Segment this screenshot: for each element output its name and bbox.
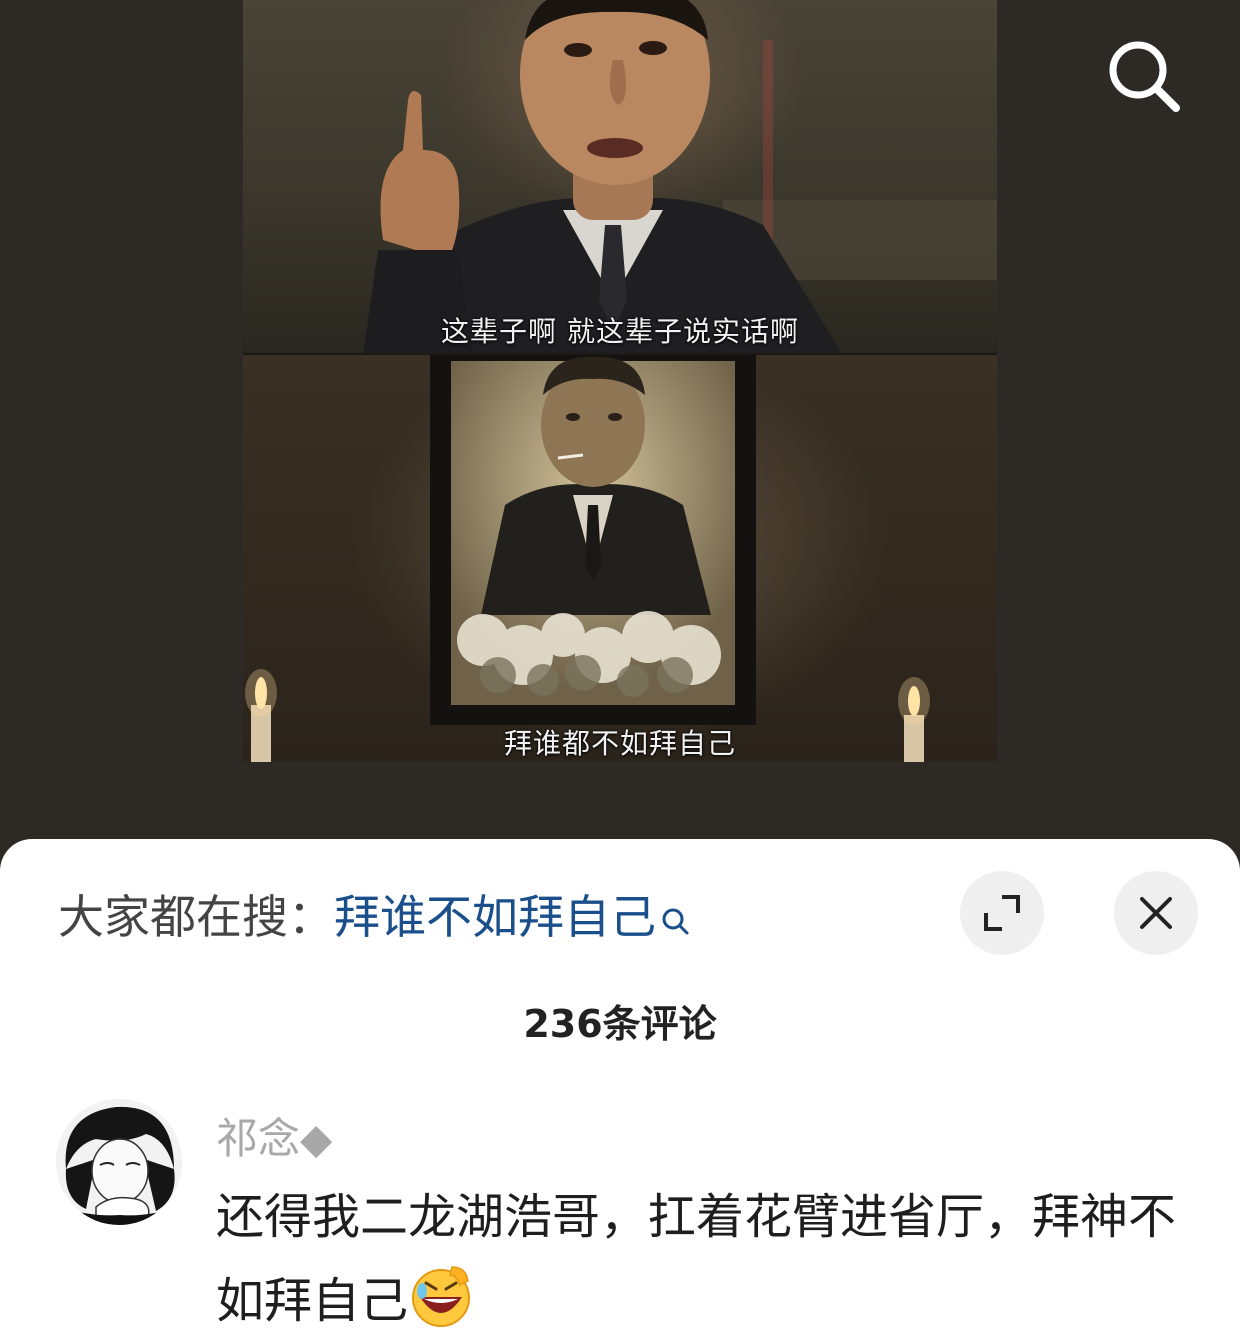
search-icon[interactable]: [1104, 36, 1184, 116]
comment-sheet: 大家都在搜： 拜谁不如拜自己 236条评论 祁念◆ 还得我二龙湖浩哥，扛着花臂进…: [0, 839, 1240, 1342]
comment-username[interactable]: 祁念◆: [216, 1105, 332, 1166]
laughing-emoji-icon: [408, 1263, 474, 1329]
scene-man-speaking-illustration: [363, 0, 997, 355]
video-scene-bottom: [243, 355, 997, 762]
expand-icon: [984, 895, 1020, 931]
search-small-icon[interactable]: [660, 890, 690, 935]
video-subtitle-top: 这辈子啊 就这辈子说实话啊: [441, 315, 799, 348]
scene-memorial-portrait-illustration: [245, 355, 930, 762]
comment-count: 236条评论: [523, 1002, 717, 1046]
video-player[interactable]: 这辈子啊 就这辈子说实话啊 拜谁都不如拜自己: [0, 0, 1240, 870]
trending-search-term-link[interactable]: 拜谁不如拜自己: [334, 887, 656, 947]
close-icon: [1140, 897, 1172, 929]
video-frame[interactable]: 这辈子啊 就这辈子说实话啊 拜谁都不如拜自己: [243, 0, 997, 762]
trending-search-row[interactable]: 大家都在搜： 拜谁不如拜自己: [58, 887, 690, 947]
trending-search-label: 大家都在搜：: [58, 890, 334, 944]
close-button[interactable]: [1114, 871, 1198, 955]
expand-button[interactable]: [960, 871, 1044, 955]
avatar-illustration: [56, 1099, 182, 1225]
avatar[interactable]: [56, 1099, 182, 1225]
comment-body: 还得我二龙湖浩哥，扛着花臂进省厅，拜神不如拜自己: [216, 1175, 1176, 1342]
comment-text: 还得我二龙湖浩哥，扛着花臂进省厅，拜神不如拜自己: [216, 1189, 1177, 1329]
video-subtitle-bottom: 拜谁都不如拜自己: [503, 727, 736, 760]
video-scene-top: [243, 0, 997, 355]
screen: 这辈子啊 就这辈子说实话啊 拜谁都不如拜自己 大家都在搜： 拜谁不如拜自己 23…: [0, 0, 1240, 1342]
